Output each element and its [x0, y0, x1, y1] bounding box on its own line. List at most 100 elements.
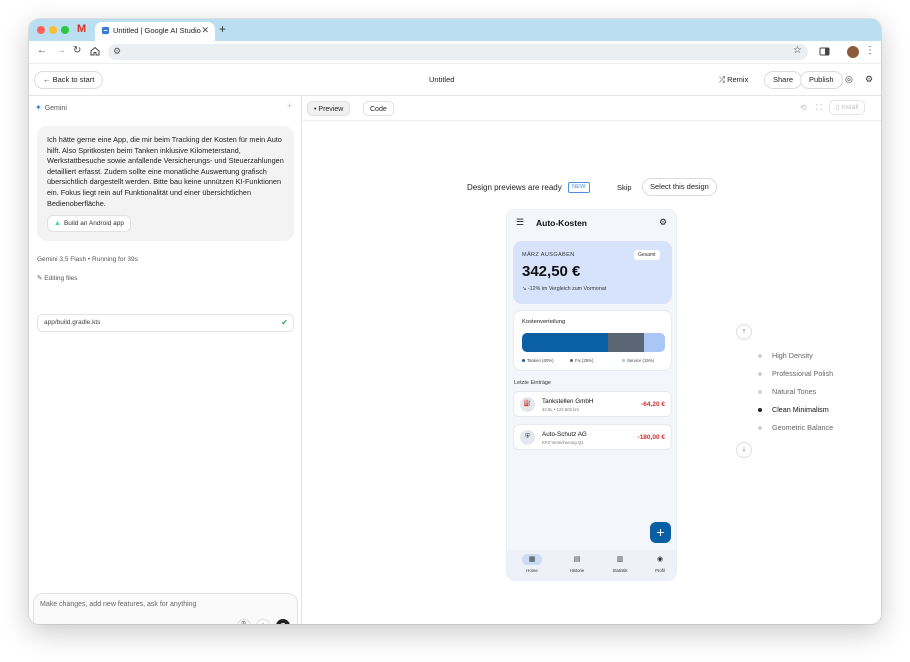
new-chat-icon[interactable]: + — [287, 101, 292, 111]
tab-code[interactable]: Code — [363, 101, 394, 116]
editing-files-toggle[interactable]: ✎ Editing files — [37, 274, 78, 282]
nav-profile[interactable]: ◉ Profil — [645, 554, 675, 573]
nav-history-label: Historie — [569, 568, 585, 573]
distribution-segment — [607, 333, 644, 352]
check-circle-icon: ✔ — [281, 318, 288, 327]
refresh-preview-icon[interactable]: ⟲ — [800, 103, 807, 112]
style-option-natural-tones[interactable]: Natural Tones — [758, 387, 816, 396]
preview-tab-label: Preview — [318, 106, 344, 113]
nav-statistics-label: Statistik — [612, 568, 628, 573]
legend-label: Service (15%) — [627, 358, 654, 363]
divider — [303, 120, 881, 121]
bookmark-star-icon[interactable]: ☆ — [793, 45, 802, 56]
back-arrow-icon[interactable]: ← — [37, 45, 47, 56]
hamburger-menu-icon[interactable]: ☰ — [516, 217, 524, 228]
tab-ai-studio[interactable]: Untitled | Google AI Studio ✕ — [95, 22, 215, 41]
arrow-up-button[interactable]: ↑ — [736, 324, 752, 340]
back-to-start-label: Back to start — [52, 75, 95, 84]
close-icon[interactable]: ✕ — [201, 25, 209, 36]
design-ready-text: Design previews are ready — [467, 183, 562, 192]
forward-arrow-icon[interactable]: → — [56, 45, 66, 56]
legend-dot — [522, 359, 525, 363]
remix-button[interactable]: ⤮ Remix — [719, 71, 748, 89]
maximize-window-button[interactable] — [61, 26, 69, 34]
distribution-segment — [522, 333, 608, 352]
legend-item: Tanken (60%) — [522, 358, 554, 363]
new-tab-button[interactable]: + — [219, 22, 226, 36]
monthly-summary-card: MÄRZ AUSGABEN Gesamt 342,50 € ↘ -12% im … — [513, 241, 672, 304]
fullscreen-icon[interactable]: ⛶ — [816, 103, 822, 113]
nav-statistics[interactable]: ▥ Statistik — [605, 554, 635, 573]
tab-preview[interactable]: • Preview — [307, 101, 351, 116]
close-window-button[interactable] — [37, 26, 45, 34]
style-label: Natural Tones — [772, 387, 817, 396]
profile-avatar[interactable] — [847, 46, 859, 58]
site-settings-icon[interactable]: ⚙ — [113, 46, 121, 57]
add-attachment-icon[interactable]: + — [256, 619, 270, 624]
recent-entries-label: Letzte Einträge — [514, 380, 551, 386]
style-dot — [758, 408, 762, 413]
back-to-start-button[interactable]: ← Back to start — [34, 71, 104, 89]
cost-distribution-card: Kostenverteilung Tanken (60%) Fix (25%) Se… — [513, 310, 672, 371]
legend-item: Fix (25%) — [570, 358, 593, 363]
clipboard-icon: ▤ — [573, 556, 581, 563]
tab-strip: M Untitled | Google AI Studio ✕ + — [29, 19, 881, 41]
build-android-app-chip[interactable]: ▲ Build an Android app — [47, 215, 131, 232]
remix-icon: ⤮ — [719, 75, 728, 84]
distribution-segment — [643, 333, 665, 352]
tab-title: Untitled | Google AI Studio — [113, 26, 201, 35]
home-icon[interactable] — [90, 46, 100, 56]
send-icon[interactable]: ■ — [276, 619, 290, 624]
file-row[interactable]: app/build.gradle.kts ✔ — [37, 314, 294, 332]
minimize-window-button[interactable] — [49, 26, 57, 34]
address-bar[interactable]: ⚙ ☆ — [108, 44, 808, 60]
preview-panel: • Preview Code ⟲ ⛶ ▯ Install Design prev… — [303, 96, 881, 624]
file-name: app/build.gradle.kts — [44, 319, 101, 326]
style-dot — [758, 372, 762, 377]
style-option-high-density[interactable]: High Density — [758, 351, 813, 360]
entry-amount: -180,00 € — [637, 434, 665, 441]
install-button[interactable]: ▯ Install — [829, 100, 866, 115]
bottom-nav: ▦ Home ▤ Historie ▥ Statistik ◉ Profil — [507, 550, 676, 580]
skip-button[interactable]: Skip — [617, 183, 632, 192]
add-entry-fab[interactable]: + — [650, 522, 671, 543]
style-label: High Density — [772, 351, 813, 360]
install-label: Install — [841, 104, 859, 111]
style-option-professional-polish[interactable]: Professional Polish — [758, 369, 833, 378]
entry-row[interactable]: ⛨ Auto-Schutz AG KFZ-Versicherung Q1 -18… — [513, 424, 672, 450]
entry-name: Auto-Schutz AG — [542, 431, 587, 438]
gear-icon[interactable]: ⚙ — [865, 74, 873, 85]
nav-history[interactable]: ▤ Historie — [562, 554, 592, 573]
chart-icon: ▥ — [616, 556, 624, 563]
reload-icon[interactable]: ↻ — [73, 45, 81, 56]
android-icon: ▲ — [54, 220, 61, 227]
month-label: MÄRZ AUSGABEN — [522, 252, 575, 258]
settings-icon[interactable]: ⚙ — [659, 217, 667, 228]
gmail-tab-icon[interactable]: M — [77, 23, 86, 35]
browser-toolbar: ← → ↻ ⚙ ☆ ⋮ — [29, 41, 881, 63]
sidepanel-icon[interactable] — [819, 46, 830, 57]
nav-home[interactable]: ▦ Home — [517, 554, 547, 573]
more-menu-icon[interactable]: ⋮ — [865, 45, 875, 56]
agent-header: ✦ Gemini — [35, 103, 67, 112]
gemini-sparkle-icon: ✦ — [35, 103, 42, 112]
select-design-button[interactable]: Select this design — [642, 178, 717, 196]
share-button[interactable]: Share — [764, 71, 803, 89]
profile-icon: ◉ — [656, 556, 664, 563]
total-chip: Gesamt — [634, 250, 660, 260]
github-icon[interactable]: ◎ — [845, 74, 853, 85]
style-dot — [758, 390, 762, 395]
publish-button[interactable]: Publish — [800, 71, 843, 89]
page-title: Untitled — [429, 75, 455, 84]
phone-preview: ☰ Auto-Kosten ⚙ MÄRZ AUSGABEN Gesamt 342… — [506, 209, 677, 581]
entry-subtitle: KFZ-Versicherung Q1 — [542, 440, 584, 445]
style-dot — [758, 354, 762, 359]
microphone-icon[interactable]: 🎙 — [237, 619, 251, 624]
chip-label: Build an Android app — [63, 220, 124, 227]
style-option-clean-minimalism[interactable]: Clean Minimalism — [758, 405, 829, 414]
chat-input[interactable]: Make changes, add new features, ask for … — [33, 593, 298, 624]
arrow-down-button[interactable]: ↓ — [736, 442, 752, 458]
style-option-geometric-balance[interactable]: Geometric Balance — [758, 423, 833, 432]
browser-window: M Untitled | Google AI Studio ✕ + ← → ↻ … — [29, 19, 881, 624]
entry-row[interactable]: ⛽ Tankstellen GmbH 42,5L • 124.502 km -6… — [513, 391, 672, 417]
